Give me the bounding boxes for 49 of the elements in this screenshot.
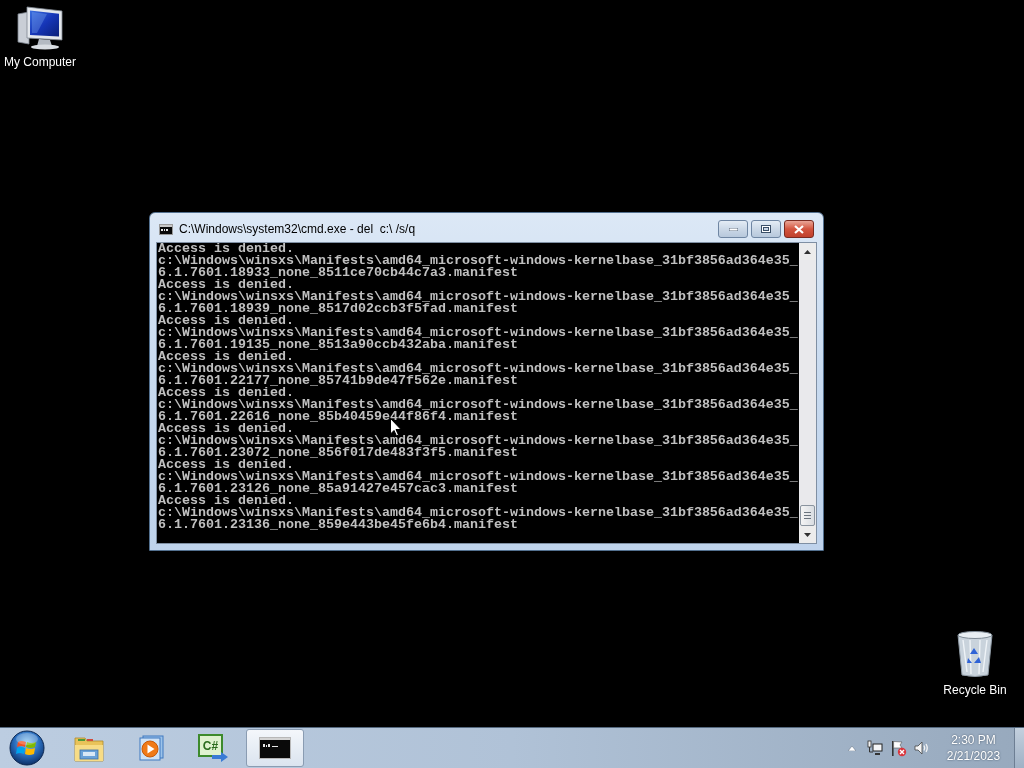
console-line: Access is denied. <box>158 315 294 327</box>
show-desktop-button[interactable] <box>1014 728 1024 768</box>
media-player-icon <box>137 734 165 762</box>
console-line: 6.1.7601.23072_none_856f017de483f3f5.manifest <box>158 447 518 459</box>
console-line: 6.1.7601.18939_none_8517d02ccb3f5fad.manifest <box>158 303 518 315</box>
console-line: 6.1.7601.18933_none_8511ce70cb44c7a3.manifest <box>158 267 518 279</box>
window-title: C:\Windows\system32\cmd.exe - del c:\ /s/q <box>179 222 416 236</box>
maximize-icon <box>761 225 771 233</box>
recycle-bin-icon <box>955 630 995 678</box>
maximize-button[interactable] <box>751 220 781 238</box>
console-line: Access is denied. <box>158 387 294 399</box>
minimize-icon <box>728 227 738 231</box>
console-line: c:\Windows\winsxs\Manifests\amd64_microsoft-windows-kernelbase_31bf3856ad364e35_ <box>158 363 798 375</box>
network-icon[interactable] <box>867 740 883 756</box>
console-icon <box>259 737 291 759</box>
console-line: Access is denied. <box>158 459 294 471</box>
console-line: 6.1.7601.23136_none_859e443be45fe6b4.manifest <box>158 519 518 531</box>
taskbar-button[interactable] <box>246 729 304 767</box>
caret-up-icon <box>848 745 856 751</box>
console-line: c:\Windows\winsxs\Manifests\amd64_microsoft-windows-kernelbase_31bf3856ad364e35_ <box>158 291 798 303</box>
computer-monitor-icon <box>17 6 63 50</box>
console-line: 6.1.7601.22616_none_85b40459e44f86f4.manifest <box>158 411 518 423</box>
console-line: 6.1.7601.19135_none_8513a90ccb432aba.manifest <box>158 339 518 351</box>
scrollbar-thumb[interactable] <box>800 505 815 526</box>
console-line: Access is denied. <box>158 495 294 507</box>
console-icon <box>159 224 173 235</box>
console-line: 6.1.7601.22177_none_85741b9de47f562e.manifest <box>158 375 518 387</box>
console-line: c:\Windows\winsxs\Manifests\amd64_microsoft-windows-kernelbase_31bf3856ad364e35_ <box>158 255 798 267</box>
desktop-icon-label[interactable]: Recycle Bin <box>943 683 1007 698</box>
console-line: c:\Windows\winsxs\Manifests\amd64_microsoft-windows-kernelbase_31bf3856ad364e35_ <box>158 327 798 339</box>
start-orb-icon <box>9 730 45 766</box>
chevron-up-icon <box>804 249 811 254</box>
console-line: Access is denied. <box>158 279 294 291</box>
console-line: Access is denied. <box>158 243 294 255</box>
desktop-icon-label[interactable]: My Computer <box>4 55 76 70</box>
console-line: c:\Windows\winsxs\Manifests\amd64_microsoft-windows-kernelbase_31bf3856ad364e35_ <box>158 399 798 411</box>
chevron-down-icon <box>804 532 811 537</box>
folder-icon <box>74 734 104 762</box>
flag-alert-icon[interactable] <box>891 739 907 757</box>
console-line: c:\Windows\winsxs\Manifests\amd64_microsoft-windows-kernelbase_31bf3856ad364e35_ <box>158 471 798 483</box>
console-line: Access is denied. <box>158 423 294 435</box>
console-line: c:\Windows\winsxs\Manifests\amd64_microsoft-windows-kernelbase_31bf3856ad364e35_ <box>158 435 798 447</box>
taskbar-button[interactable]: C# <box>184 729 242 767</box>
console-line: c:\Windows\winsxs\Manifests\amd64_microsoft-windows-kernelbase_31bf3856ad364e35_ <box>158 507 798 519</box>
close-button[interactable] <box>784 220 814 238</box>
console-line: 6.1.7601.23126_none_85a91427e457cac3.manifest <box>158 483 518 495</box>
close-icon <box>794 224 804 234</box>
console-line: Access is denied. <box>158 351 294 363</box>
speaker-icon[interactable] <box>914 741 930 755</box>
